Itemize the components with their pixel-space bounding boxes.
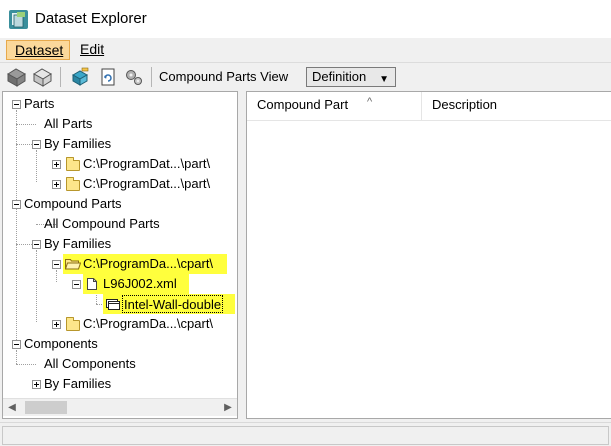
tree-node-compound-parts[interactable]: Compound Parts bbox=[3, 194, 237, 214]
refresh-icon[interactable] bbox=[96, 65, 120, 89]
menu-edit[interactable]: Edit bbox=[72, 40, 112, 60]
column-header-label: Description bbox=[432, 97, 498, 112]
folder-icon bbox=[66, 177, 80, 191]
tree-node-components[interactable]: Components bbox=[3, 334, 237, 354]
compound-part-icon bbox=[106, 299, 120, 310]
dataset-tree[interactable]: Parts All Parts By Families C:\ProgramDa… bbox=[2, 91, 238, 419]
tree-node-label: Intel-Wall-double bbox=[122, 295, 224, 313]
collapse-icon[interactable] bbox=[32, 240, 41, 249]
tree-node-cpart-folder[interactable]: C:\ProgramDa...\cpart\ bbox=[3, 314, 237, 334]
tree-horizontal-scrollbar[interactable]: ◀ ▶ bbox=[3, 398, 237, 416]
tree-node-parts[interactable]: Parts bbox=[3, 94, 237, 114]
parts-white-icon[interactable] bbox=[31, 65, 55, 89]
menu-dataset[interactable]: Dataset bbox=[6, 40, 70, 60]
compound-parts-view-label: Compound Parts View bbox=[159, 69, 289, 84]
dataset-app-icon bbox=[9, 10, 28, 29]
collapse-icon[interactable] bbox=[32, 140, 41, 149]
toolbar: Compound Parts View Definition ▼ bbox=[0, 62, 611, 90]
sort-ascending-icon: ^ bbox=[367, 96, 373, 108]
tree-node-label: All Compound Parts bbox=[44, 216, 160, 231]
status-panel bbox=[2, 426, 609, 445]
tree-node-part-folder[interactable]: C:\ProgramDat...\part\ bbox=[3, 174, 237, 194]
collapse-icon[interactable] bbox=[12, 200, 21, 209]
gears-icon[interactable] bbox=[122, 65, 146, 89]
view-select-value: Definition bbox=[312, 69, 367, 84]
tree-node-label: L96J002.xml bbox=[103, 276, 177, 291]
folder-icon bbox=[66, 317, 80, 331]
tree-node-label: C:\ProgramDat...\part\ bbox=[83, 176, 211, 191]
collapse-icon[interactable] bbox=[12, 100, 21, 109]
collapse-icon[interactable] bbox=[72, 280, 81, 289]
toolbar-separator bbox=[60, 67, 61, 87]
tree-node-label: Parts bbox=[24, 96, 55, 111]
scrollbar-thumb[interactable] bbox=[25, 401, 67, 414]
tree-node-label: C:\ProgramDat...\part\ bbox=[83, 156, 211, 171]
expand-icon[interactable] bbox=[52, 160, 61, 169]
view-select[interactable]: Definition ▼ bbox=[306, 67, 396, 87]
tree-node-compound-part[interactable]: Intel-Wall-double bbox=[3, 294, 237, 314]
tree-node-compound-by-families[interactable]: By Families bbox=[3, 234, 237, 254]
tree-node-part-folder[interactable]: C:\ProgramDat...\part\ bbox=[3, 154, 237, 174]
folder-icon bbox=[66, 157, 80, 171]
menu-bar: Dataset Edit bbox=[0, 38, 611, 62]
expand-icon[interactable] bbox=[52, 320, 61, 329]
tree-node-label: By Families bbox=[44, 136, 112, 151]
tree-node-parts-by-families[interactable]: By Families bbox=[3, 134, 237, 154]
toolbar-separator bbox=[151, 67, 152, 87]
expand-icon[interactable] bbox=[32, 380, 41, 389]
parts-gray-icon[interactable] bbox=[5, 65, 29, 89]
tree-node-cpart-folder[interactable]: C:\ProgramDa...\cpart\ bbox=[3, 254, 237, 274]
tree-node-label: By Families bbox=[44, 236, 112, 251]
column-header-compound-part[interactable]: Compound Part ^ bbox=[247, 92, 422, 121]
collapse-icon[interactable] bbox=[52, 260, 61, 269]
tree-node-all-parts[interactable]: All Parts bbox=[3, 114, 237, 134]
expand-icon[interactable] bbox=[52, 180, 61, 189]
title-bar: Dataset Explorer bbox=[0, 0, 611, 38]
tree-node-label: All Parts bbox=[44, 116, 93, 131]
scroll-right-icon[interactable]: ▶ bbox=[221, 401, 235, 415]
file-icon bbox=[87, 278, 97, 290]
column-header-label: Compound Part bbox=[257, 97, 349, 112]
column-header-description[interactable]: Description bbox=[422, 92, 611, 121]
status-bar bbox=[0, 422, 611, 446]
tree-node-label: All Components bbox=[44, 356, 136, 371]
scroll-left-icon[interactable]: ◀ bbox=[5, 401, 19, 415]
tree-node-all-compound-parts[interactable]: All Compound Parts bbox=[3, 214, 237, 234]
folder-open-icon bbox=[65, 259, 81, 270]
collapse-icon[interactable] bbox=[12, 340, 21, 349]
tree-node-label: C:\ProgramDa...\cpart\ bbox=[83, 316, 214, 331]
tree-node-label: Components bbox=[24, 336, 98, 351]
tree-node-xml-file[interactable]: L96J002.xml bbox=[3, 274, 237, 294]
tree-node-label: By Families bbox=[44, 376, 112, 391]
compound-parts-list[interactable]: Compound Part ^ Description bbox=[246, 91, 611, 419]
window-title: Dataset Explorer bbox=[35, 10, 147, 27]
tree-node-label: Compound Parts bbox=[24, 196, 122, 211]
tree-node-all-components[interactable]: All Components bbox=[3, 354, 237, 374]
chevron-down-icon: ▼ bbox=[379, 74, 389, 85]
tree-node-label: C:\ProgramDa...\cpart\ bbox=[83, 256, 214, 271]
tree-node-components-by-families[interactable]: By Families bbox=[3, 374, 237, 394]
edit-part-icon[interactable] bbox=[68, 65, 92, 89]
